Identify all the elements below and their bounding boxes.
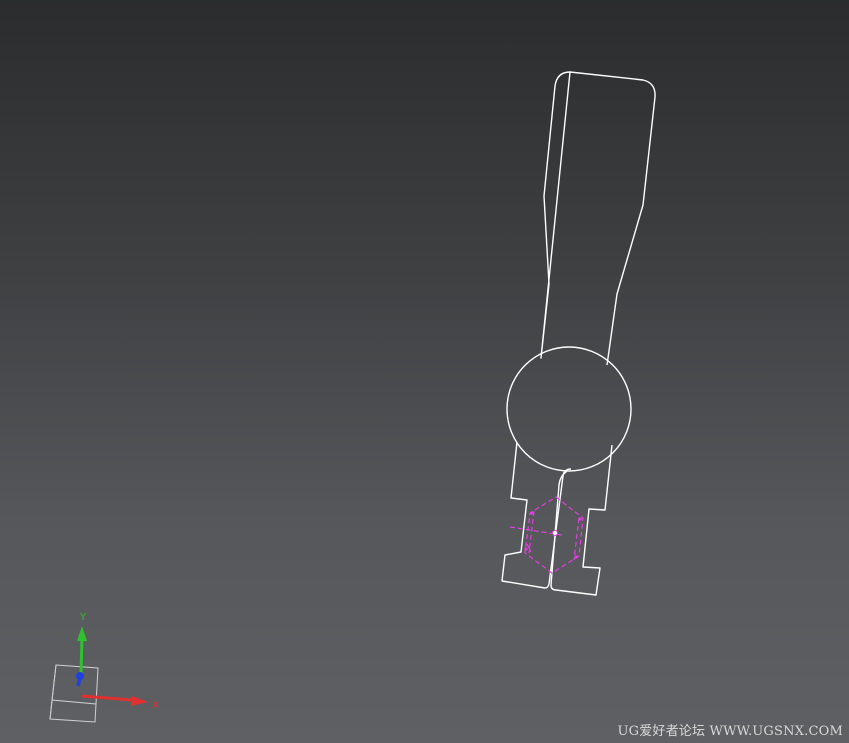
handle-profile — [540, 71, 656, 366]
z-axis-arrow[interactable] — [76, 672, 84, 687]
right-jaw — [550, 444, 613, 596]
left-jaw — [501, 441, 572, 589]
hexagon-sketch[interactable] — [509, 496, 584, 574]
graphics-viewport[interactable]: Y X UG爱好者论坛 WWW.UGSNX.COM — [0, 0, 849, 743]
y-axis-arrow[interactable] — [77, 626, 87, 674]
inner-left-edge — [528, 510, 535, 554]
x-axis-label: X — [152, 700, 159, 711]
cad-drawing-canvas[interactable]: Y X — [0, 0, 849, 743]
hub-circle — [506, 346, 632, 472]
watermark-text: UG爱好者论坛 WWW.UGSNX.COM — [617, 724, 843, 739]
part-outline[interactable] — [501, 71, 656, 596]
triad-cube — [49, 664, 99, 723]
x-axis-arrow[interactable] — [81, 694, 148, 706]
y-axis-label: Y — [79, 612, 87, 623]
inner-right-edge — [573, 517, 580, 561]
view-triad[interactable]: Y X — [49, 612, 159, 723]
